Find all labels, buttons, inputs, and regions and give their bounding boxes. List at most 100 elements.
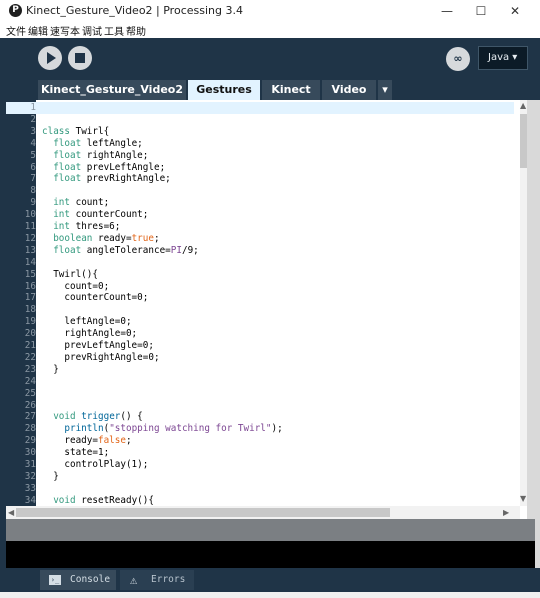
code-token: ); [271,423,283,435]
tab-kinect[interactable]: Kinect [262,80,320,100]
scroll-down-icon[interactable]: ▼ [520,494,526,503]
code-line[interactable]: 16 count=0; [6,281,514,293]
minimize-button[interactable]: — [430,2,464,20]
code-line[interactable]: 24 [6,376,514,388]
code-token: rightAngle; [81,149,149,161]
vertical-scrollbar[interactable]: ▲ ▼ [520,100,527,506]
code-token: float [53,244,82,256]
code-line[interactable]: 20 rightAngle=0; [6,328,514,340]
code-text: ready=false; [42,435,131,447]
code-line[interactable]: 21 prevLeftAngle=0; [6,340,514,352]
code-token: rightAngle=0; [42,328,138,340]
code-token: } [42,363,59,375]
code-token: thres=6; [70,221,121,232]
code-line[interactable]: 34 void resetReady(){ [6,495,514,506]
console-output [6,541,535,568]
code-token: boolean [53,232,93,244]
line-number: 6 [30,161,36,173]
code-line[interactable]: 13 float angleTolerance=PI/9; [6,245,514,257]
errors-tab[interactable]: ⚠ Errors [120,570,194,590]
code-line[interactable]: 32 } [6,471,514,483]
code-text: void resetReady(){ [42,495,154,506]
code-line[interactable]: 22 prevRightAngle=0; [6,352,514,364]
code-line[interactable]: 18 [6,304,514,316]
menu-help[interactable]: 帮助 [126,23,146,38]
stop-button[interactable] [68,46,92,70]
code-line[interactable]: 10 int counterCount; [6,209,514,221]
code-token: state=1; [42,447,110,459]
code-token: () { [120,411,143,423]
tab-video[interactable]: Video [322,80,376,100]
console-tab[interactable]: ›_ Console [40,570,116,590]
code-line[interactable]: 30 state=1; [6,447,514,459]
code-token: prevLeftAngle; [81,161,166,173]
scroll-up-icon[interactable]: ▲ [520,101,526,110]
code-line[interactable]: 3 class Twirl{ [6,126,514,138]
line-number: 23 [24,363,36,375]
code-line[interactable]: 28 println("stopping watching for Twirl"… [6,423,514,435]
vertical-scroll-thumb[interactable] [520,114,527,168]
line-number: 12 [24,232,36,244]
menu-file[interactable]: 文件 [6,23,26,38]
code-token: int [53,197,70,209]
scroll-right-icon[interactable]: ▶ [503,508,509,517]
menu-debug[interactable]: 调试 [82,23,102,38]
code-line[interactable]: 33 [6,483,514,495]
code-line[interactable]: 15 Twirl(){ [6,269,514,281]
code-line[interactable]: 19 leftAngle=0; [6,316,514,328]
code-editor[interactable]: 1 2 3 class Twirl{4 float leftAngle; 5 float… [6,100,527,506]
menu-tools[interactable]: 工具 [104,23,124,38]
code-token: ; [153,232,160,244]
tab-gestures[interactable]: Gestures [188,80,260,100]
menu-sketch[interactable]: 速写本 [50,23,80,38]
code-line[interactable]: 27 void trigger() { [6,411,514,423]
code-line[interactable]: 6 float prevLeftAngle; [6,162,514,174]
code-line[interactable]: 14 [6,257,514,269]
menu-edit[interactable]: 编辑 [28,23,48,38]
code-text: prevLeftAngle=0; [42,340,154,352]
code-line[interactable]: 26 [6,400,514,412]
code-line[interactable]: 1 [6,102,514,114]
run-button[interactable] [38,46,62,70]
line-number: 25 [24,387,36,399]
code-line[interactable]: 25 [6,388,514,400]
code-line[interactable]: 5 float rightAngle; [6,150,514,162]
line-number: 8 [30,185,36,197]
code-token: count; [70,197,110,209]
code-token: void [53,411,76,423]
debugger-button[interactable]: ∞ [446,47,470,71]
code-text: float leftAngle; [42,138,143,150]
code-line[interactable]: 31 controlPlay(1); [6,459,514,471]
tab-kinect-gesture-video2[interactable]: Kinect_Gesture_Video2 [38,80,186,100]
horizontal-scroll-thumb[interactable] [16,508,390,517]
code-line[interactable]: 2 [6,114,514,126]
code-line[interactable]: 7 float prevRightAngle; [6,173,514,185]
code-line[interactable]: 29 ready=false; [6,435,514,447]
horizontal-scrollbar[interactable]: ◀ ▶ [6,506,520,519]
code-line[interactable]: 17 counterCount=0; [6,292,514,304]
sketch-tab-bar: Kinect_Gesture_Video2 Gestures Kinect Vi… [0,80,540,100]
close-button[interactable]: ✕ [498,2,532,20]
code-line[interactable]: 23 } [6,364,514,376]
code-line[interactable]: 9 int count; [6,197,514,209]
mode-selector[interactable]: Java ▾ [478,46,528,70]
scroll-left-icon[interactable]: ◀ [8,508,14,517]
line-number: 5 [30,149,36,161]
line-number: 7 [30,173,36,185]
maximize-button[interactable]: ☐ [464,2,498,20]
line-number: 15 [24,268,36,280]
code-text: count=0; [42,281,109,293]
code-line[interactable]: 11 int thres=6; [6,221,514,233]
mode-selector-label: Java ▾ [488,52,518,63]
line-number: 22 [24,351,36,363]
code-line[interactable]: 4 float leftAngle; [6,138,514,150]
tab-overflow-menu[interactable]: ▾ [378,80,392,100]
window-right-edge [527,100,540,568]
code-line[interactable]: 8 [6,185,514,197]
code-line[interactable]: 12 boolean ready=true; [6,233,514,245]
